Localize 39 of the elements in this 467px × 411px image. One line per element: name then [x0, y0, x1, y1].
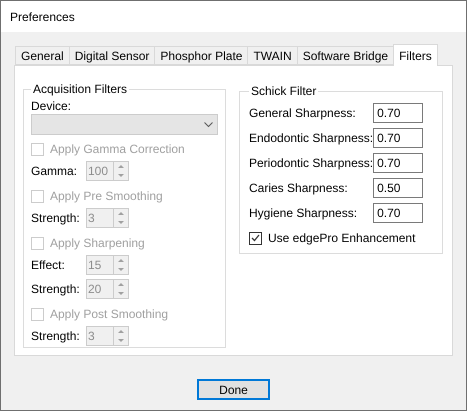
window-title: Preferences — [10, 8, 75, 26]
field-label: Hygiene Sharpness: — [249, 205, 358, 222]
field-label: Strength: — [31, 281, 81, 298]
tab[interactable]: Software Bridge — [296, 46, 394, 65]
input-field[interactable]: 0.50 — [373, 178, 424, 198]
done-button[interactable]: Done — [197, 379, 270, 400]
checkbox-label: Use edgePro Enhancement — [268, 230, 416, 247]
checkbox-label: Apply Post Smoothing — [50, 306, 168, 323]
spinner-value: 3 — [87, 328, 96, 345]
tab[interactable]: TWAIN — [247, 46, 298, 65]
checkbox-label: Apply Gamma Correction — [50, 141, 185, 158]
input-field[interactable]: 0.70 — [373, 153, 424, 173]
spinner-value: 20 — [87, 281, 102, 298]
spinner-value: 15 — [87, 257, 102, 274]
checkbox[interactable] — [249, 232, 262, 244]
chevron-down-icon — [204, 122, 213, 128]
group-title: Acquisition Filters — [32, 81, 128, 98]
spinner-value: 100 — [87, 163, 110, 180]
field-label: Effect: — [31, 257, 66, 274]
field-label: Caries Sharpness: — [249, 180, 348, 197]
tab[interactable]: General — [15, 46, 70, 65]
field-label: Device: — [31, 98, 72, 114]
input-field[interactable]: 0.70 — [373, 203, 424, 223]
field-label: Gamma: — [31, 163, 78, 180]
field-label: Strength: — [31, 210, 81, 227]
field-label: Strength: — [31, 328, 81, 345]
field-label: Periodontic Sharpness: — [249, 155, 374, 172]
checkmark-icon — [251, 234, 260, 242]
spinner-value: 3 — [87, 210, 96, 227]
group-title: Schick Filter — [250, 83, 318, 100]
checkbox-label: Apply Pre Smoothing — [50, 188, 163, 205]
tab[interactable]: Digital Sensor — [68, 46, 156, 65]
checkbox-label: Apply Sharpening — [50, 235, 145, 252]
tab[interactable]: Filters — [393, 44, 438, 66]
input-field[interactable]: 0.70 — [373, 128, 424, 148]
input-field[interactable]: 0.70 — [373, 103, 424, 123]
field-label: General Sharpness: — [249, 105, 356, 122]
field-label: Endodontic Sharpness: — [249, 130, 374, 147]
tab[interactable]: Phosphor Plate — [154, 46, 248, 65]
